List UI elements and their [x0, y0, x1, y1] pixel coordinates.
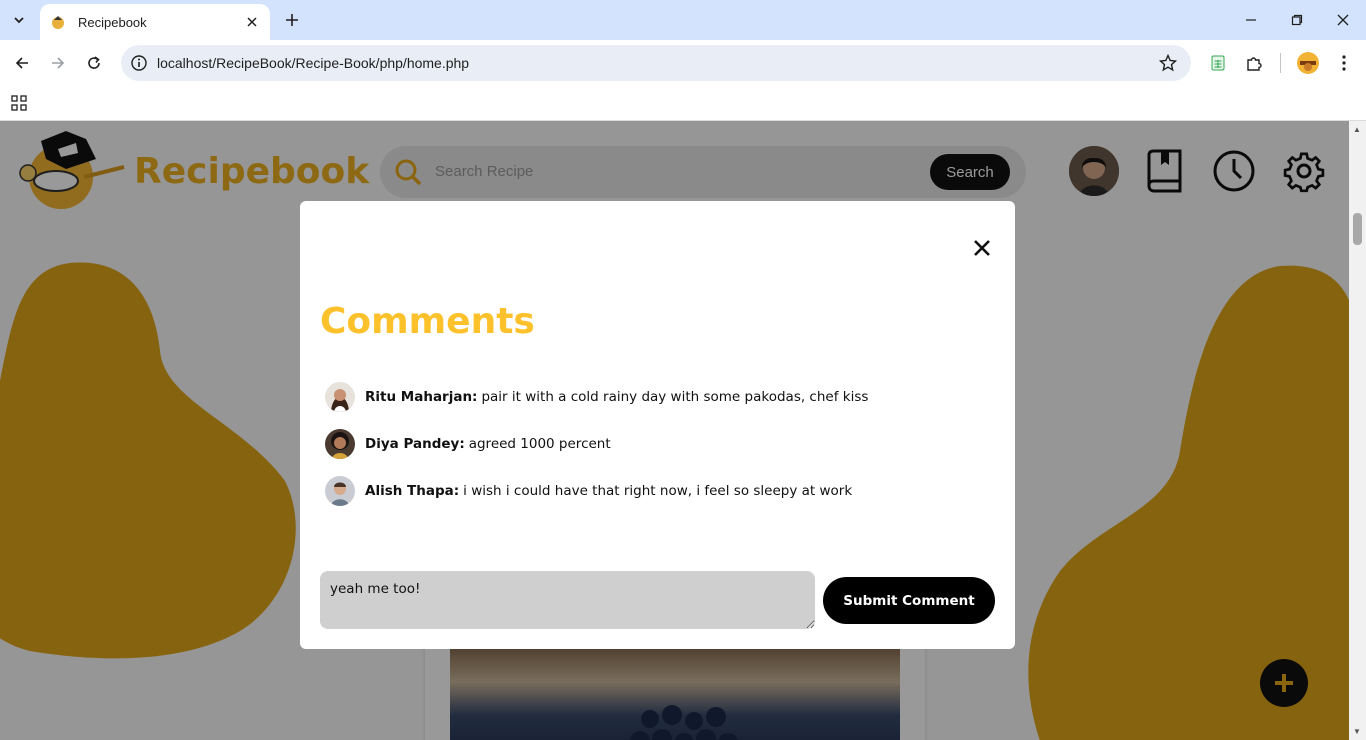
plus-icon [286, 14, 298, 26]
restore-button[interactable] [1274, 6, 1320, 34]
comment-item: Diya Pandey: agreed 1000 percent [325, 429, 611, 459]
commenter-name: Diya Pandey: [365, 436, 465, 452]
browser-toolbar: localhost/RecipeBook/Recipe-Book/php/hom… [0, 40, 1366, 86]
tab-search-button[interactable] [6, 8, 32, 32]
comment-item: Ritu Maharjan: pair it with a cold rainy… [325, 382, 868, 412]
sheets-extension-icon[interactable] [1207, 52, 1229, 74]
bookmarks-bar [0, 86, 1366, 121]
apps-grid-icon[interactable] [11, 95, 27, 111]
info-icon [131, 55, 147, 71]
browser-menu-icon[interactable] [1333, 52, 1355, 74]
toolbar-separator [1280, 53, 1281, 73]
commenter-avatar [325, 429, 355, 459]
tab-title: Recipebook [78, 14, 147, 30]
comment-input[interactable]: yeah me too! [320, 571, 815, 629]
page-scrollbar[interactable]: ▲ ▼ [1349, 121, 1366, 740]
reload-button[interactable] [80, 49, 108, 77]
commenter-avatar [325, 382, 355, 412]
comments-title: Comments [320, 301, 535, 342]
arrow-left-icon [15, 57, 28, 69]
commenter-name: Ritu Maharjan: [365, 389, 478, 405]
minimize-icon [1246, 19, 1256, 21]
commenter-name: Alish Thapa: [365, 483, 460, 499]
address-bar[interactable]: localhost/RecipeBook/Recipe-Book/php/hom… [121, 45, 1191, 81]
reload-icon [88, 56, 100, 69]
close-window-button[interactable] [1320, 6, 1366, 34]
minimize-button[interactable] [1228, 6, 1274, 34]
comment-text: i wish i could have that right now, i fe… [463, 483, 853, 499]
browser-tab-bar: Recipebook [0, 0, 1366, 40]
close-modal-button[interactable] [970, 236, 994, 260]
comment-text: agreed 1000 percent [468, 436, 611, 452]
close-icon [974, 240, 990, 256]
submit-comment-button[interactable]: Submit Comment [823, 577, 995, 624]
browser-tab[interactable]: Recipebook [40, 4, 270, 40]
comment-text: pair it with a cold rainy day with some … [481, 389, 869, 405]
arrow-right-icon [52, 57, 65, 69]
restore-icon [1291, 14, 1303, 26]
back-button[interactable] [8, 49, 36, 77]
forward-button[interactable] [44, 49, 72, 77]
bookmark-star-icon[interactable] [1159, 54, 1177, 72]
favicon-icon [52, 16, 64, 29]
chevron-down-icon [14, 17, 24, 24]
comments-modal: Comments Ritu Maharjan: pair it with a c… [300, 201, 1015, 649]
comment-item: Alish Thapa: i wish i could have that ri… [325, 476, 852, 506]
scroll-up-icon[interactable]: ▲ [1353, 125, 1361, 134]
scroll-down-icon[interactable]: ▼ [1353, 727, 1361, 736]
tab-close-icon[interactable] [244, 14, 260, 30]
new-tab-button[interactable] [280, 8, 304, 32]
page-content: Recipebook Search Recipe Search Comments… [0, 121, 1349, 740]
extensions-puzzle-icon[interactable] [1243, 52, 1265, 74]
close-icon [1337, 14, 1349, 26]
profile-avatar-icon[interactable] [1296, 51, 1320, 75]
scrollbar-thumb[interactable] [1353, 213, 1362, 245]
commenter-avatar [325, 476, 355, 506]
url-text: localhost/RecipeBook/Recipe-Book/php/hom… [157, 55, 470, 71]
